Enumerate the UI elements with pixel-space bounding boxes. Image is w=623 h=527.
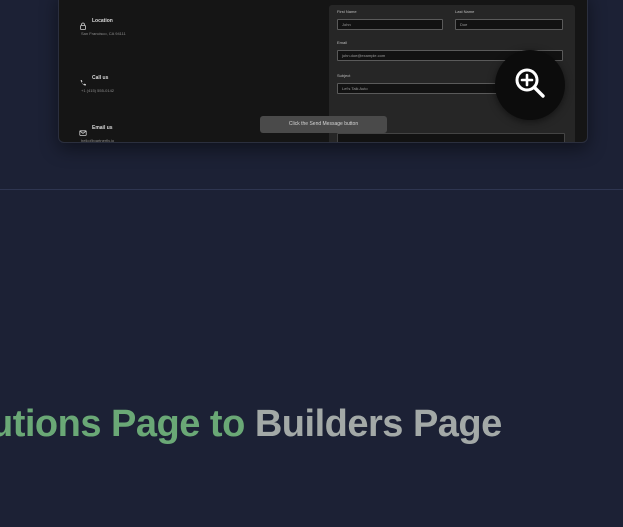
phone-icon — [79, 74, 87, 86]
call-title: Call us — [92, 75, 109, 81]
headline-part-gray: Builders Page — [254, 403, 502, 445]
contact-call: Call us +1 (415) 555-0142 — [79, 74, 114, 93]
contact-email: Email us hello@partnerfly.io — [79, 124, 115, 143]
call-value: +1 (415) 555-0142 — [81, 88, 115, 93]
hint-tooltip: Click the Send Message button — [260, 116, 387, 133]
last-name-field[interactable]: Doe — [455, 19, 563, 30]
email-label: Email — [337, 40, 348, 45]
last-name-label: Last Name — [455, 9, 475, 14]
preview-section: Location San Francisco, CA 94111 Call us… — [0, 0, 623, 190]
page: Location San Francisco, CA 94111 Call us… — [0, 0, 623, 527]
location-value: San Francisco, CA 94111 — [81, 31, 126, 36]
location-title: Location — [92, 18, 113, 24]
email-title: Email us — [92, 125, 113, 131]
zoom-in-icon — [513, 66, 547, 105]
email-value: hello@partnerfly.io — [81, 138, 115, 143]
section-headline: utions Page to Builders Page — [0, 403, 502, 446]
headline-part-green: utions Page to — [0, 403, 255, 445]
lock-icon — [79, 17, 87, 30]
first-name-label: First Name — [337, 9, 357, 14]
subject-label: Subject — [337, 73, 351, 78]
first-name-field[interactable]: John — [337, 19, 443, 30]
contact-location: Location San Francisco, CA 94111 — [79, 17, 126, 36]
mail-icon — [79, 124, 87, 136]
zoom-button[interactable] — [495, 50, 565, 120]
message-field[interactable] — [337, 133, 565, 142]
